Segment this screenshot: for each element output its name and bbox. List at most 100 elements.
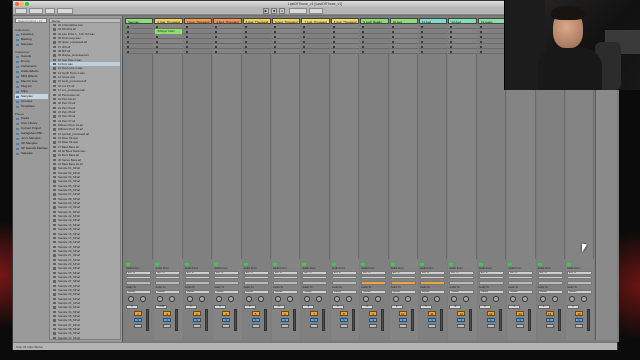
monitor-switch[interactable] (331, 281, 357, 285)
audio-from-select[interactable]: Ext. In (126, 271, 151, 275)
monitor-switch[interactable] (184, 281, 210, 285)
file-row[interactable]: Sample 40_SP.aif (50, 336, 120, 339)
solo-button[interactable]: S (163, 318, 172, 322)
audio-from-select[interactable]: Ext. In (390, 271, 416, 275)
record-arm-button[interactable] (428, 324, 436, 328)
audio-from-select[interactable]: Ext. In (361, 271, 387, 275)
volume-value[interactable]: 0 (449, 305, 462, 309)
input-channel-select[interactable] (214, 275, 240, 279)
solo-button[interactable]: S (575, 318, 583, 322)
track-activator-icon[interactable] (273, 263, 277, 266)
volume-value[interactable]: 0 (184, 305, 197, 309)
solo-button[interactable]: S (251, 318, 260, 322)
track-number-button[interactable]: 16 (575, 311, 583, 316)
solo-button[interactable]: S (134, 318, 142, 322)
volume-value[interactable]: -4.00 (155, 305, 168, 309)
volume-value[interactable]: 0 (214, 305, 227, 309)
input-channel-select[interactable] (449, 275, 475, 279)
solo-button[interactable]: S (310, 318, 319, 322)
record-arm-button[interactable] (545, 324, 554, 328)
track-activator-icon[interactable] (420, 263, 424, 266)
audio-from-select[interactable]: Ext. In (420, 271, 445, 275)
input-channel-select[interactable] (567, 275, 592, 279)
monitor-switch[interactable] (155, 281, 181, 285)
stop-icon[interactable]: ■ (271, 8, 277, 14)
audio-from-select[interactable]: Ext. In (243, 271, 269, 275)
audio-to-select[interactable]: Master (243, 290, 269, 294)
solo-button[interactable]: S (398, 318, 407, 322)
input-channel-select[interactable] (155, 275, 181, 279)
volume-value[interactable]: 0 (302, 305, 315, 309)
volume-value[interactable]: 0 (331, 305, 344, 309)
audio-to-select[interactable]: Master (126, 290, 151, 294)
monitor-switch[interactable] (420, 281, 445, 285)
volume-value[interactable]: 0 (420, 305, 432, 309)
audio-to-select[interactable]: Master (537, 290, 563, 294)
send-a-knob[interactable] (333, 296, 340, 302)
monitor-switch[interactable] (508, 281, 534, 285)
monitor-switch[interactable] (302, 281, 328, 285)
input-channel-select[interactable] (508, 275, 534, 279)
position-box[interactable] (289, 8, 307, 14)
track-number-button[interactable]: 11 (428, 311, 436, 316)
monitor-switch[interactable] (126, 281, 151, 285)
volume-value[interactable]: 0 (567, 305, 579, 309)
track-activator-icon[interactable] (508, 263, 513, 266)
record-arm-button[interactable] (486, 324, 495, 328)
send-b-knob[interactable] (198, 296, 205, 302)
track-number-button[interactable]: 10 (398, 311, 407, 316)
send-a-knob[interactable] (363, 296, 370, 302)
track-number-button[interactable]: 5 (251, 311, 260, 316)
audio-to-select[interactable]: Master (273, 290, 298, 294)
monitor-switch[interactable] (449, 281, 475, 285)
tap-button[interactable] (15, 8, 27, 14)
audio-from-select[interactable]: Ext. In (449, 271, 475, 275)
audio-to-select[interactable]: Master (214, 290, 240, 294)
track-number-button[interactable]: 2 (163, 311, 172, 316)
record-arm-button[interactable] (457, 324, 466, 328)
send-a-knob[interactable] (569, 296, 575, 302)
send-b-knob[interactable] (581, 296, 587, 302)
track-number-button[interactable]: 14 (516, 311, 525, 316)
volume-value[interactable]: 0 (478, 305, 491, 309)
volume-value[interactable]: 0 (537, 305, 550, 309)
browser-categories-item[interactable]: Templates (15, 104, 48, 109)
send-a-knob[interactable] (510, 296, 517, 302)
send-a-knob[interactable] (304, 296, 311, 302)
track-number-button[interactable]: 1 (134, 311, 142, 316)
input-channel-select[interactable] (537, 275, 563, 279)
send-b-knob[interactable] (140, 296, 146, 302)
input-channel-select[interactable] (478, 275, 504, 279)
audio-to-select[interactable]: Master (478, 290, 504, 294)
volume-value[interactable]: 0 (390, 305, 403, 309)
monitor-switch[interactable] (361, 281, 387, 285)
audio-to-select[interactable]: Master (331, 290, 357, 294)
audio-from-select[interactable]: Ext. In (508, 271, 534, 275)
audio-to-select[interactable]: Master (420, 290, 445, 294)
track-activator-icon[interactable] (537, 263, 542, 266)
browser-places-item[interactable]: Samples (15, 151, 48, 156)
input-channel-select[interactable] (243, 275, 269, 279)
monitor-switch[interactable] (537, 281, 563, 285)
track-activator-icon[interactable] (184, 263, 189, 266)
audio-from-select[interactable]: Ext. In (214, 271, 240, 275)
send-b-knob[interactable] (522, 296, 529, 302)
volume-value[interactable]: 0 (508, 305, 521, 309)
solo-button[interactable]: S (457, 318, 466, 322)
audio-to-select[interactable]: Master (361, 290, 387, 294)
quantize-menu[interactable] (57, 8, 73, 14)
audio-from-select[interactable]: Ext. In (331, 271, 357, 275)
send-b-knob[interactable] (287, 296, 293, 302)
monitor-switch[interactable] (478, 281, 504, 285)
monitor-switch[interactable] (214, 281, 240, 285)
track-activator-icon[interactable] (155, 263, 160, 266)
monitor-switch[interactable] (390, 281, 416, 285)
audio-to-select[interactable]: Master (508, 290, 534, 294)
audio-to-select[interactable]: Master (184, 290, 210, 294)
input-channel-select[interactable] (420, 275, 445, 279)
record-arm-button[interactable] (192, 324, 201, 328)
track-activator-icon[interactable] (478, 263, 483, 266)
record-arm-button[interactable] (575, 324, 583, 328)
record-arm-button[interactable] (516, 324, 525, 328)
send-b-knob[interactable] (257, 296, 264, 302)
